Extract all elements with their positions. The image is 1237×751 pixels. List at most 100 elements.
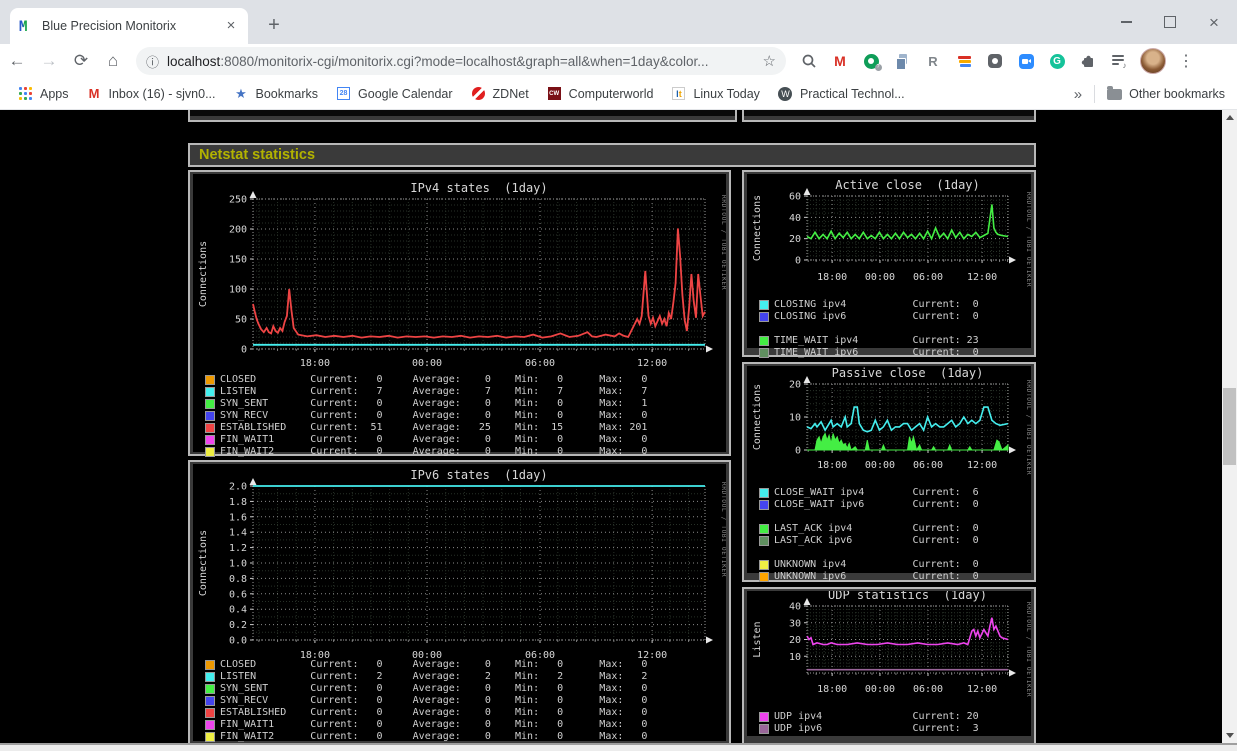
minimize-button[interactable] [1111, 7, 1141, 37]
home-button[interactable]: ⌂ [98, 46, 128, 76]
series-last-ack-ipv4 [807, 432, 1009, 452]
close-button[interactable]: × [1199, 7, 1229, 37]
legend-row: CLOSING ipv4 Current: 0 [747, 299, 1027, 310]
svg-text:0.2: 0.2 [229, 620, 247, 631]
bookmarks-overflow-chevron[interactable]: » [1074, 86, 1082, 103]
bookmark-item-bookmarks[interactable]: ★ Bookmarks [234, 86, 319, 101]
graph-image-ipv6-states[interactable]: 0.0 0.2 0.4 0.6 0.8 1.0 1.2 1.4 1.6 1.8 2.0 18:00 00… [193, 464, 727, 742]
legend-swatch [759, 712, 769, 722]
legend-row: ESTABLISHED Current: 51 Average: 25 Min:… [193, 422, 722, 433]
scroll-up-button[interactable] [1222, 110, 1237, 125]
bookmark-label: Practical Technol... [799, 86, 905, 101]
svg-text:Connections: Connections [752, 195, 763, 261]
legend-text: SYN_RECV Current: 0 Average: 0 Min: 0 Ma… [220, 410, 648, 421]
graph-image-passive-close[interactable]: 0 10 20 18:00 00:00 06:00 12:00 Passive close (… [747, 366, 1032, 582]
apps-grid-icon [18, 86, 33, 101]
reload-button[interactable]: ⟳ [66, 46, 96, 76]
legend-text: TIME_WAIT ipv4 Current: 23 [774, 335, 979, 346]
forward-button[interactable]: → [34, 46, 64, 76]
grammarly-extension-icon[interactable]: G [1048, 52, 1066, 70]
scrollbar-thumb[interactable] [1223, 388, 1236, 465]
legend-swatch [205, 387, 215, 397]
legend-row: CLOSE_WAIT ipv6 Current: 0 [747, 499, 1027, 510]
bookmark-item-google-calendar[interactable]: 28 Google Calendar [336, 86, 453, 101]
search-extension-icon[interactable] [800, 52, 818, 70]
pocket-extension-icon[interactable] [986, 52, 1004, 70]
url-host: localhost [167, 53, 221, 69]
bookmarks-right: » Other bookmarks [1074, 78, 1225, 110]
bookmarks-divider [1094, 85, 1096, 103]
svg-text:20: 20 [789, 380, 801, 391]
legend-swatch [759, 572, 769, 582]
playlist-extension-icon[interactable]: ♪ [1110, 52, 1128, 70]
cw-icon: CW [547, 86, 562, 101]
bookmark-star-icon[interactable]: ☆ [763, 52, 776, 70]
bookmark-label: ZDNet [492, 86, 529, 101]
address-bar[interactable]: ⓘ localhost:8080/monitorix-cgi/monitorix… [136, 47, 786, 75]
page-info-icon[interactable]: ⓘ [146, 52, 159, 71]
scroll-down-button[interactable] [1222, 728, 1237, 743]
legend-row: CLOSED Current: 0 Average: 0 Min: 0 Max:… [193, 659, 722, 670]
gmail-extension-icon[interactable]: M [831, 52, 849, 70]
bookmark-item-inbox-16-sjvn0[interactable]: M Inbox (16) - sjvn0... [87, 86, 216, 101]
scroll-up-icon [1225, 115, 1234, 120]
graph-image-active-close[interactable]: 0 20 40 60 18:00 00:00 06:00 12:00 Active close … [747, 174, 1032, 358]
svg-text:RRDTOOL / TOBI OETIKER: RRDTOOL / TOBI OETIKER [1025, 380, 1031, 475]
tab-close-icon[interactable]: × [222, 17, 240, 35]
books-extension-icon[interactable] [955, 52, 973, 70]
legend-swatch [759, 312, 769, 322]
monitorix-favicon-icon: M [19, 19, 27, 34]
linuxtoday-icon: lt [671, 86, 686, 101]
svg-text:1.0: 1.0 [229, 559, 247, 570]
graph-image-ipv4-states[interactable]: 0 50 100 150 200 250 18:00 00:00 06:00 12:00 IPv4 … [193, 174, 727, 457]
calendar-icon: 28 [336, 86, 351, 101]
legend-swatch [759, 300, 769, 310]
legend-text: FIN_WAIT2 Current: 0 Average: 0 Min: 0 M… [220, 731, 648, 742]
bookmark-item-linux-today[interactable]: l t Linux Today [671, 86, 760, 101]
voice-extension-icon[interactable]: ? [862, 52, 882, 71]
svg-text:40: 40 [789, 213, 801, 224]
svg-text:IPv6 states (1day): IPv6 states (1day) [410, 468, 547, 482]
svg-text:0: 0 [795, 256, 801, 267]
other-bookmarks-button[interactable]: Other bookmarks [1107, 85, 1225, 101]
bookmark-item-apps[interactable]: Apps [18, 86, 69, 101]
svg-text:06:00: 06:00 [913, 272, 943, 283]
legend-swatch [205, 411, 215, 421]
browser-titlebar: M Blue Precision Monitorix × + × [0, 0, 1237, 44]
svg-text:12:00: 12:00 [967, 460, 997, 471]
browser-menu-icon[interactable]: ⋮ [1178, 51, 1194, 71]
vertical-scrollbar[interactable] [1222, 110, 1237, 743]
svg-text:00:00: 00:00 [865, 684, 895, 695]
profile-avatar[interactable] [1140, 48, 1166, 74]
bookmark-item-computerworld[interactable]: CW Computerworld [547, 86, 653, 101]
svg-text:RRDTOOL / TOBI OETIKER: RRDTOOL / TOBI OETIKER [1025, 192, 1031, 287]
r-label-extension-icon[interactable]: R [924, 52, 942, 70]
maximize-icon [1164, 16, 1176, 28]
bookmark-item-practical-technol[interactable]: W Practical Technol... [778, 86, 905, 101]
legend-swatch [205, 696, 215, 706]
back-button[interactable]: ← [2, 46, 32, 76]
tab-title: Blue Precision Monitorix [42, 19, 177, 33]
maximize-button[interactable] [1155, 7, 1185, 37]
graph-image-udp-statistics[interactable]: 10 20 30 40 18:00 00:00 06:00 12:00 UDP statisti… [747, 588, 1032, 736]
svg-text:RRDTOOL / TOBI OETIKER: RRDTOOL / TOBI OETIKER [720, 482, 726, 577]
legend-row: ESTABLISHED Current: 0 Average: 0 Min: 0… [193, 707, 722, 718]
legend-text: SYN_SENT Current: 0 Average: 0 Min: 0 Ma… [220, 683, 648, 694]
close-icon: × [1209, 12, 1219, 32]
legend-swatch [205, 435, 215, 445]
puzzle-extension-icon[interactable] [1079, 52, 1097, 70]
legend-row: UNKNOWN ipv6 Current: 0 [747, 571, 1027, 582]
legend-text: UDP ipv4 Current: 20 [774, 711, 979, 722]
bookmark-label: Bookmarks [255, 86, 319, 101]
zoom-extension-icon[interactable] [1017, 52, 1035, 70]
graph-panel-active-close: 0 20 40 60 18:00 00:00 06:00 12:00 Active close … [742, 170, 1036, 358]
legend-swatch [205, 720, 215, 730]
extensions-row: M? R G ♪ [800, 52, 1128, 71]
url-path: :8080/monitorix-cgi/monitorix.cgi?mode=l… [220, 53, 709, 69]
graph-panel-ipv6-states: 0.0 0.2 0.4 0.6 0.8 1.0 1.2 1.4 1.6 1.8 2.0 18:00 00… [188, 460, 731, 743]
new-tab-button[interactable]: + [262, 14, 286, 38]
bookmark-item-zdnet[interactable]: ZDNet [471, 86, 529, 101]
copy-pages-extension-icon[interactable] [893, 52, 911, 70]
browser-tab[interactable]: M Blue Precision Monitorix × [10, 8, 248, 44]
legend-text: UNKNOWN ipv6 Current: 0 [774, 571, 979, 582]
